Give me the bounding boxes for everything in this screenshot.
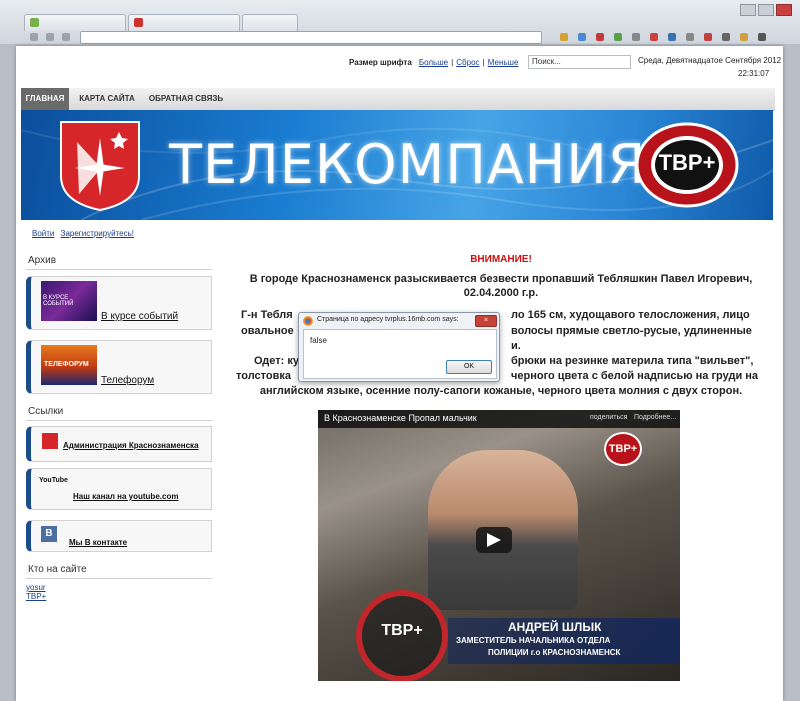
vk-icon: B <box>41 526 57 542</box>
play-icon <box>487 533 501 547</box>
divider <box>26 420 212 421</box>
chrome-icon <box>303 316 313 326</box>
site-banner: ТЕЛЕКОМПАНИЯ ТВР+ <box>21 110 773 220</box>
divider <box>26 269 212 270</box>
main-nav: ГЛАВНАЯ КАРТА САЙТА ОБРАТНАЯ СВЯЗЬ <box>21 88 775 111</box>
online-heading: Кто на сайте <box>28 564 87 575</box>
extension-icon[interactable] <box>578 33 586 41</box>
banner-title: ТЕЛЕКОМПАНИЯ <box>169 133 647 196</box>
missing-person-intro: В городе Краснознаменск разыскивается бе… <box>249 273 753 299</box>
video-title[interactable]: В Краснознаменске Пропал мальчик <box>324 413 477 423</box>
youtube-icon: YouTube <box>39 477 68 484</box>
browser-tab[interactable] <box>24 14 126 31</box>
tab-favicon-icon <box>134 18 143 27</box>
alert-dialog: Страница по адресу tvrplus.16mb.com says… <box>298 312 500 382</box>
emblem-icon <box>41 432 59 450</box>
divider <box>26 578 212 579</box>
link-item[interactable]: Администрация Краснознаменска <box>26 426 212 462</box>
extension-icon[interactable] <box>596 33 604 41</box>
font-size-controls: Размер шрифта Больше | Сброс | Меньше <box>349 58 519 67</box>
extension-icon[interactable] <box>704 33 712 41</box>
more-button[interactable]: Подробнее... <box>634 414 676 421</box>
extension-icon[interactable] <box>740 33 748 41</box>
nav-item-feedback[interactable]: ОБРАТНАЯ СВЯЗЬ <box>145 88 227 110</box>
archive-item[interactable]: ТЕЛЕФОРУМ Телефорум <box>26 340 212 394</box>
browser-chrome <box>0 0 800 45</box>
extension-icon[interactable] <box>560 33 568 41</box>
archive-item-label[interactable]: Телефорум <box>101 375 154 386</box>
forward-icon[interactable] <box>46 33 54 41</box>
address-bar[interactable] <box>80 31 542 44</box>
window-controls[interactable] <box>740 4 794 16</box>
city-emblem-icon <box>60 121 140 212</box>
archive-thumb: В КУРСЕ СОБЫТИЙ <box>41 281 97 321</box>
close-icon[interactable] <box>776 4 792 16</box>
video-player[interactable]: В Краснознаменске Пропал мальчик поделит… <box>318 410 680 681</box>
extension-icon[interactable] <box>722 33 730 41</box>
extension-icon[interactable] <box>686 33 694 41</box>
link-item-label[interactable]: Наш канал на youtube.com <box>73 492 178 501</box>
time-text: 22:31:07 <box>738 69 770 78</box>
search-input[interactable]: Поиск... <box>528 55 631 69</box>
reload-icon[interactable] <box>62 33 70 41</box>
link-item-label[interactable]: Администрация Краснознаменска <box>63 441 199 450</box>
dialog-message: false <box>310 336 327 345</box>
online-user[interactable]: yosur <box>26 583 46 592</box>
dialog-title: Страница по адресу tvrplus.16mb.com says… <box>317 316 459 323</box>
archive-item[interactable]: В КУРСЕ СОБЫТИЙ В курсе событий <box>26 276 212 330</box>
dialog-body: false OK <box>303 329 497 379</box>
link-item[interactable]: B Мы В контакте <box>26 520 212 552</box>
tab-favicon-icon <box>30 18 39 27</box>
tvr-logo-icon: ТВР+ <box>604 432 642 466</box>
archive-thumb: ТЕЛЕФОРУМ <box>41 345 97 385</box>
attention-heading: ВНИМАНИЕ! <box>470 254 532 265</box>
register-link[interactable]: Зарегистрируйтесь! <box>61 229 134 238</box>
link-item-label[interactable]: Мы В контакте <box>69 538 127 547</box>
extension-icon[interactable] <box>632 33 640 41</box>
font-size-label: Размер шрифта <box>349 58 412 67</box>
nav-item-home[interactable]: ГЛАВНАЯ <box>21 88 69 110</box>
extension-icon[interactable] <box>614 33 622 41</box>
back-icon[interactable] <box>30 33 38 41</box>
font-bigger-link[interactable]: Больше <box>419 58 448 67</box>
browser-tab[interactable] <box>128 14 240 31</box>
share-button[interactable]: поделиться <box>590 414 627 421</box>
font-reset-link[interactable]: Сброс <box>456 58 479 67</box>
link-item[interactable]: YouTube Наш канал на youtube.com <box>26 468 212 510</box>
login-link[interactable]: Войти <box>32 229 54 238</box>
font-smaller-link[interactable]: Меньше <box>488 58 519 67</box>
extension-icon[interactable] <box>668 33 676 41</box>
extension-icon[interactable] <box>650 33 658 41</box>
archive-heading: Архив <box>28 255 57 266</box>
auth-links: Войти Зарегистрируйтесь! <box>32 229 134 238</box>
archive-item-label[interactable]: В курсе событий <box>101 311 178 322</box>
online-user[interactable]: TBP+ <box>26 592 46 601</box>
new-tab-button[interactable] <box>242 14 298 31</box>
dialog-ok-button[interactable]: OK <box>446 360 492 374</box>
video-title-bar: В Краснознаменске Пропал мальчик поделит… <box>318 410 680 428</box>
play-button[interactable] <box>476 527 512 553</box>
video-caption: АНДРЕЙ ШЛЫК ЗАМЕСТИТЕЛЬ НАЧАЛЬНИКА ОТДЕЛ… <box>448 618 680 664</box>
wrench-icon[interactable] <box>758 33 766 41</box>
tvr-logo-text: ТВР+ <box>658 150 716 175</box>
tvr-watermark: ТВР+ <box>356 590 448 681</box>
minimize-icon[interactable] <box>740 4 756 16</box>
date-text: Среда, Девятнадцатое Сентября 2012 <box>638 56 782 65</box>
dialog-close-icon[interactable]: × <box>475 315 497 327</box>
nav-item-sitemap[interactable]: КАРТА САЙТА <box>73 88 141 110</box>
links-heading: Ссылки <box>28 406 64 417</box>
maximize-icon[interactable] <box>758 4 774 16</box>
